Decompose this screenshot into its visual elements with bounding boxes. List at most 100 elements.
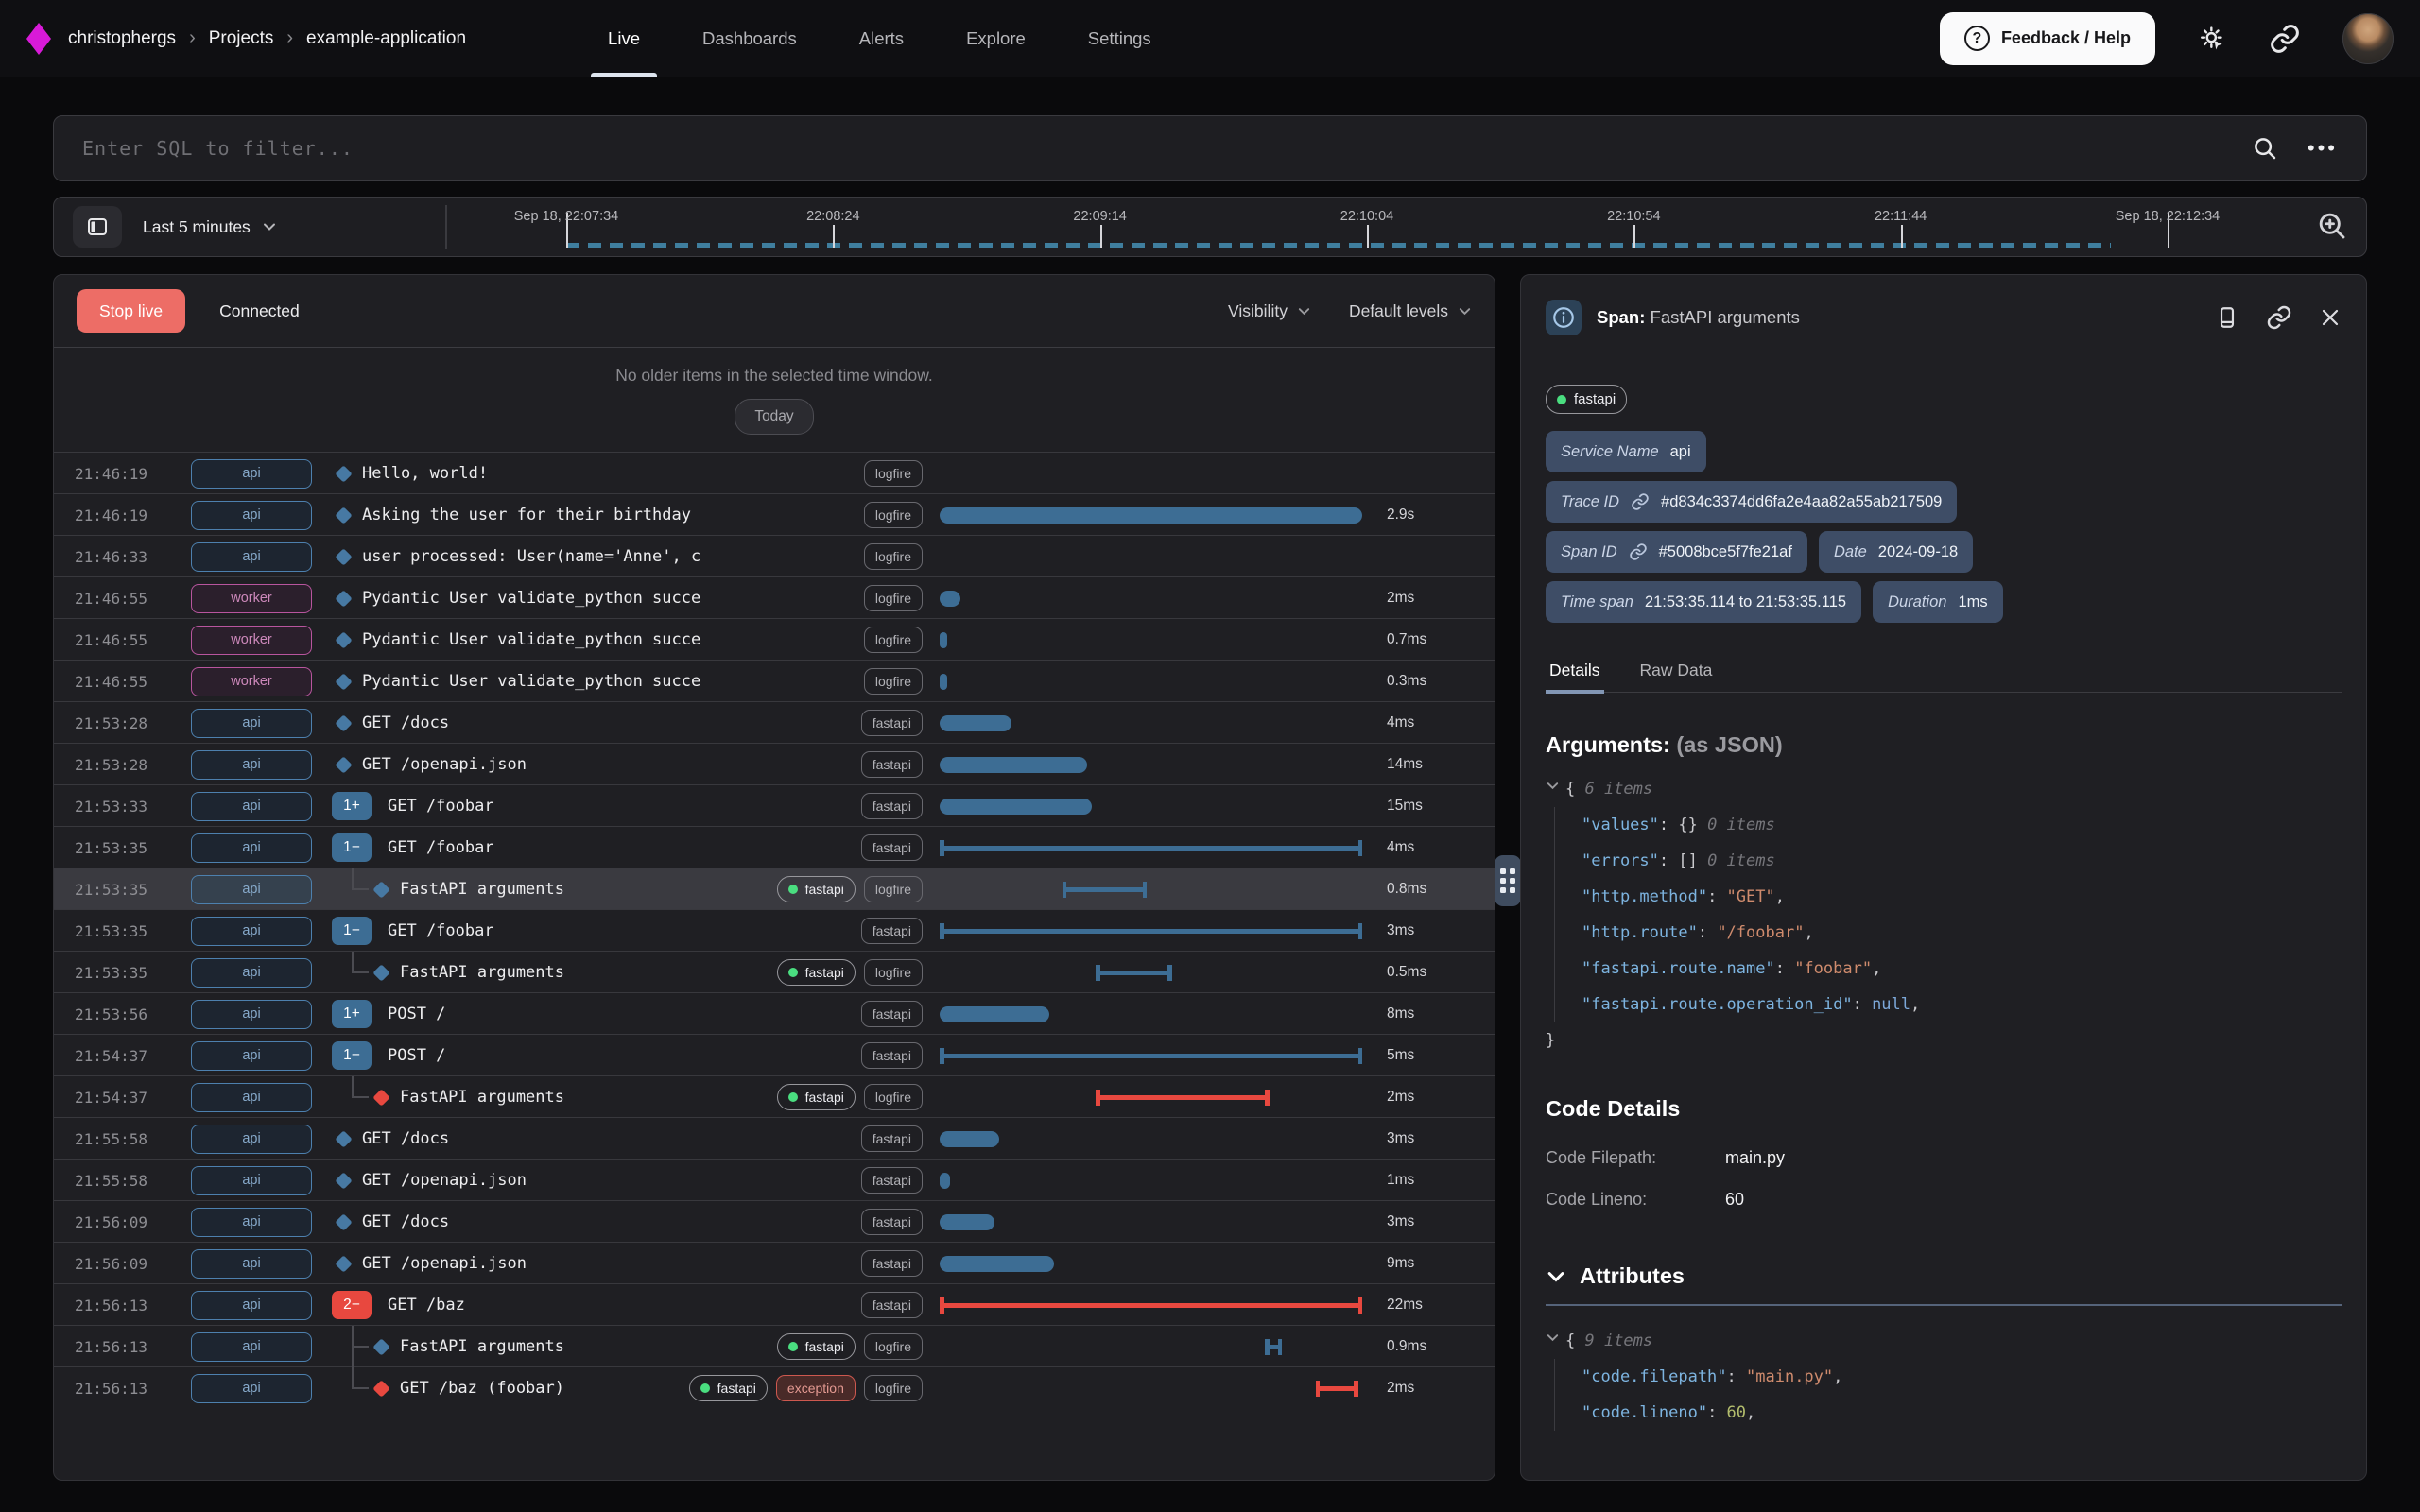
splitter-grip-handle[interactable] bbox=[1495, 855, 1521, 906]
trace-row[interactable]: 21:53:56 api 1+POST / fastapi 8ms bbox=[54, 992, 1495, 1034]
trace-row[interactable]: 21:56:13 api FastAPI arguments fastapilo… bbox=[54, 1325, 1495, 1366]
service-tag-api[interactable]: api bbox=[191, 1000, 312, 1029]
child-count-badge[interactable]: 2− bbox=[332, 1291, 372, 1319]
theme-toggle-icon[interactable] bbox=[2197, 24, 2227, 54]
service-tag-api[interactable]: api bbox=[191, 542, 312, 572]
trace-row[interactable]: 21:56:09 api GET /openapi.json fastapi 9… bbox=[54, 1242, 1495, 1283]
attributes-heading[interactable]: Attributes bbox=[1546, 1263, 2342, 1289]
breadcrumb-org[interactable]: christophergs bbox=[68, 28, 176, 49]
child-count-badge[interactable]: 1− bbox=[332, 917, 372, 945]
row-duration-value: 0.7ms bbox=[1362, 631, 1495, 648]
scope-pill-exception: exception bbox=[776, 1375, 856, 1401]
trace-row[interactable]: 21:53:35 api FastAPI arguments fastapilo… bbox=[54, 951, 1495, 992]
service-tag-api[interactable]: api bbox=[191, 1208, 312, 1237]
service-tag-worker[interactable]: worker bbox=[191, 667, 312, 696]
trace-row[interactable]: 21:53:33 api 1+GET /foobar fastapi 15ms bbox=[54, 784, 1495, 826]
duration-bar bbox=[940, 1131, 999, 1147]
trace-row[interactable]: 21:56:13 api 2−GET /baz fastapi 22ms bbox=[54, 1283, 1495, 1325]
trace-row[interactable]: 21:46:55 worker Pydantic User validate_p… bbox=[54, 576, 1495, 618]
service-tag-api[interactable]: api bbox=[191, 958, 312, 988]
duration-bar bbox=[940, 715, 1011, 731]
trace-row[interactable]: 21:46:55 worker Pydantic User validate_p… bbox=[54, 618, 1495, 660]
service-tag-api[interactable]: api bbox=[191, 833, 312, 863]
nav-tab-settings[interactable]: Settings bbox=[1088, 0, 1151, 77]
trace-row[interactable]: 21:46:19 api Asking the user for their b… bbox=[54, 493, 1495, 535]
trace-row[interactable]: 21:55:58 api GET /docs fastapi 3ms bbox=[54, 1117, 1495, 1159]
service-tag-api[interactable]: api bbox=[191, 459, 312, 489]
logfire-logo-icon[interactable] bbox=[26, 23, 51, 55]
row-duration-track bbox=[940, 1243, 1362, 1284]
collapse-chevron-icon[interactable] bbox=[1546, 1331, 1560, 1345]
service-tag-api[interactable]: api bbox=[191, 917, 312, 946]
row-message: GET /openapi.json bbox=[362, 1254, 527, 1273]
metadata-chip-duration: Duration 1ms bbox=[1873, 581, 2003, 623]
trace-row[interactable]: 21:54:37 api 1−POST / fastapi 5ms bbox=[54, 1034, 1495, 1075]
service-tag-api[interactable]: api bbox=[191, 501, 312, 530]
share-link-icon[interactable] bbox=[2269, 23, 2301, 55]
sql-filter-input[interactable]: Enter SQL to filter... ••• bbox=[53, 115, 2367, 181]
timeline-track[interactable]: Sep 18, 22:07:34 22:08:24 22:09:14 22:10… bbox=[54, 198, 2300, 256]
row-timestamp: 21:53:35 bbox=[54, 922, 182, 940]
nav-tab-explore[interactable]: Explore bbox=[966, 0, 1026, 77]
scope-pill-fastapi: fastapi bbox=[777, 1333, 856, 1360]
service-tag-worker[interactable]: worker bbox=[191, 626, 312, 655]
trace-row[interactable]: 21:46:19 api Hello, world! logfire bbox=[54, 452, 1495, 493]
timeline-zoom-in-icon[interactable] bbox=[2315, 209, 2349, 243]
visibility-dropdown[interactable]: Visibility bbox=[1228, 301, 1311, 321]
today-button[interactable]: Today bbox=[735, 399, 813, 435]
trace-row[interactable]: 21:46:55 worker Pydantic User validate_p… bbox=[54, 660, 1495, 701]
child-count-badge[interactable]: 1+ bbox=[332, 792, 372, 820]
nav-tab-alerts[interactable]: Alerts bbox=[859, 0, 904, 77]
row-duration-value: 4ms bbox=[1362, 714, 1495, 731]
stop-live-button[interactable]: Stop live bbox=[77, 289, 185, 333]
trace-row[interactable]: 21:53:35 api FastAPI arguments fastapilo… bbox=[54, 868, 1495, 909]
trace-row[interactable]: 21:56:09 api GET /docs fastapi 3ms bbox=[54, 1200, 1495, 1242]
service-tag-worker[interactable]: worker bbox=[191, 584, 312, 613]
service-tag-api[interactable]: api bbox=[191, 792, 312, 821]
copy-link-icon[interactable] bbox=[2266, 304, 2292, 331]
search-icon[interactable] bbox=[2251, 134, 2279, 163]
service-tag-api[interactable]: api bbox=[191, 875, 312, 904]
service-tag-api[interactable]: api bbox=[191, 709, 312, 738]
service-tag-api[interactable]: api bbox=[191, 1332, 312, 1362]
more-options-icon[interactable]: ••• bbox=[2308, 136, 2338, 161]
trace-row[interactable]: 21:55:58 api GET /openapi.json fastapi 1… bbox=[54, 1159, 1495, 1200]
service-tag-api[interactable]: api bbox=[191, 1374, 312, 1403]
trace-row[interactable]: 21:53:35 api 1−GET /foobar fastapi 3ms bbox=[54, 909, 1495, 951]
trace-row[interactable]: 21:54:37 api FastAPI arguments fastapilo… bbox=[54, 1075, 1495, 1117]
trace-row[interactable]: 21:56:13 api GET /baz (foobar) fastapiex… bbox=[54, 1366, 1495, 1408]
trace-row[interactable]: 21:46:33 api user processed: User(name='… bbox=[54, 535, 1495, 576]
panel-view-icon[interactable] bbox=[2215, 305, 2239, 330]
trace-row[interactable]: 21:53:35 api 1−GET /foobar fastapi 4ms bbox=[54, 826, 1495, 868]
breadcrumb-projects[interactable]: Projects bbox=[209, 28, 274, 49]
metadata-chip-span-id[interactable]: Span ID #5008bce5f7fe21af bbox=[1546, 531, 1807, 573]
service-tag-api[interactable]: api bbox=[191, 1291, 312, 1320]
service-tag-api[interactable]: api bbox=[191, 1041, 312, 1071]
duration-bar bbox=[940, 674, 947, 690]
info-icon bbox=[1546, 300, 1582, 335]
default-levels-dropdown[interactable]: Default levels bbox=[1349, 301, 1472, 321]
detail-tab-raw-data[interactable]: Raw Data bbox=[1636, 651, 1717, 692]
row-duration-track bbox=[940, 744, 1362, 785]
service-tag-api[interactable]: api bbox=[191, 1083, 312, 1112]
user-avatar[interactable] bbox=[2342, 13, 2394, 64]
service-tag-api[interactable]: api bbox=[191, 1166, 312, 1195]
detail-tab-details[interactable]: Details bbox=[1546, 651, 1604, 692]
child-count-badge[interactable]: 1+ bbox=[332, 1000, 372, 1028]
trace-row[interactable]: 21:53:28 api GET /docs fastapi 4ms bbox=[54, 701, 1495, 743]
feedback-help-button[interactable]: ? Feedback / Help bbox=[1940, 12, 2155, 65]
close-icon[interactable] bbox=[2319, 306, 2342, 329]
child-count-badge[interactable]: 1− bbox=[332, 833, 372, 862]
nav-tab-dashboards[interactable]: Dashboards bbox=[702, 0, 797, 77]
nav-tab-live[interactable]: Live bbox=[608, 0, 640, 77]
trace-row[interactable]: 21:53:28 api GET /openapi.json fastapi 1… bbox=[54, 743, 1495, 784]
metadata-chip-trace-id[interactable]: Trace ID #d834c3374dd6fa2e4aa82a55ab2175… bbox=[1546, 481, 1957, 523]
service-tag-api[interactable]: api bbox=[191, 1249, 312, 1279]
metadata-chip-service-name: Service Name api bbox=[1546, 431, 1706, 472]
code-detail-label: Code Lineno: bbox=[1546, 1178, 1725, 1220]
collapse-chevron-icon[interactable] bbox=[1546, 779, 1560, 793]
service-tag-api[interactable]: api bbox=[191, 750, 312, 780]
breadcrumb-project-name[interactable]: example-application bbox=[306, 28, 466, 49]
service-tag-api[interactable]: api bbox=[191, 1125, 312, 1154]
child-count-badge[interactable]: 1− bbox=[332, 1041, 372, 1070]
